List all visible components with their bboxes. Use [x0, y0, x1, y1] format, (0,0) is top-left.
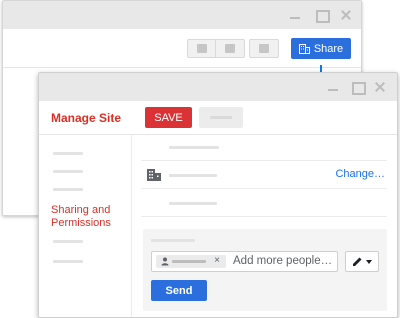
add-people-placeholder: Add more people… — [233, 255, 333, 267]
change-link[interactable]: Change… — [335, 168, 385, 180]
minimize-icon[interactable] — [325, 79, 341, 95]
page-title: Manage Site — [51, 111, 122, 125]
building-icon — [298, 43, 310, 54]
toolbar-button[interactable] — [250, 40, 278, 57]
permission-dropdown[interactable] — [345, 251, 379, 272]
toolbar-icon — [225, 44, 235, 53]
sidebar-item-sharing-permissions[interactable]: Sharing and Permissions — [51, 204, 131, 230]
toolbar-icon — [259, 44, 269, 53]
save-button[interactable]: SAVE — [145, 107, 192, 128]
toolbar-button[interactable] — [216, 40, 244, 57]
chevron-down-icon — [366, 259, 372, 264]
content-placeholder — [169, 146, 219, 149]
share-button[interactable]: Share — [291, 38, 351, 59]
close-icon[interactable] — [372, 79, 388, 95]
person-icon — [161, 257, 169, 266]
person-chip[interactable]: × — [156, 255, 226, 268]
content-placeholder — [169, 202, 217, 205]
toolbar-button-single — [249, 39, 279, 58]
chip-name-placeholder — [172, 260, 206, 263]
add-people-input[interactable]: × Add more people… — [151, 251, 338, 272]
back-window-titlebar — [3, 1, 361, 29]
building-icon — [147, 169, 161, 181]
sidebar-item[interactable] — [53, 260, 83, 263]
sidebar-divider — [131, 135, 132, 317]
toolbar-button-group — [187, 39, 245, 58]
front-window-titlebar — [39, 73, 397, 101]
share-button-label: Share — [313, 42, 344, 55]
pencil-icon — [353, 257, 362, 266]
row-divider — [141, 216, 387, 217]
row-divider — [141, 188, 387, 189]
manage-site-window: Manage Site SAVE Sharing and Permissions… — [38, 72, 398, 318]
maximize-icon[interactable] — [349, 79, 366, 95]
disabled-button — [199, 107, 243, 128]
sidebar-item[interactable] — [53, 152, 83, 155]
content-placeholder — [169, 174, 217, 177]
sidebar-item[interactable] — [53, 188, 83, 191]
minimize-icon[interactable] — [287, 7, 303, 23]
toolbar-divider — [3, 67, 361, 68]
header-divider — [39, 134, 397, 135]
maximize-icon[interactable] — [313, 7, 330, 23]
chip-close-icon[interactable]: × — [214, 254, 220, 267]
toolbar-icon — [196, 44, 207, 53]
button-placeholder — [210, 116, 232, 119]
toolbar-button[interactable] — [188, 40, 216, 57]
close-icon[interactable] — [338, 7, 354, 23]
row-divider — [141, 160, 387, 161]
sidebar-item[interactable] — [53, 170, 83, 173]
sidebar-item[interactable] — [53, 240, 83, 243]
send-button[interactable]: Send — [151, 280, 207, 301]
panel-heading-placeholder — [151, 239, 195, 242]
share-panel: × Add more people… Send — [143, 229, 387, 311]
